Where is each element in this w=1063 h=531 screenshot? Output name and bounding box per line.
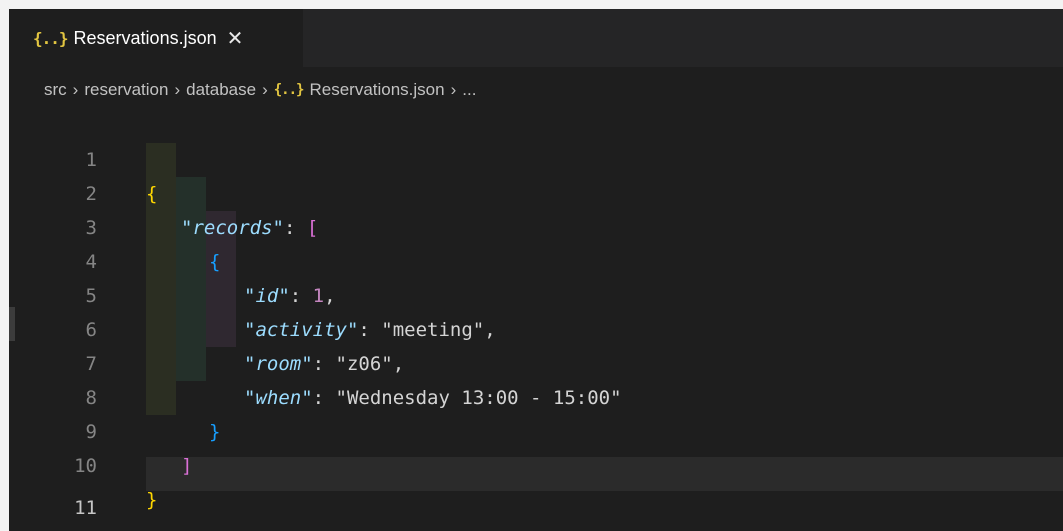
code-line: 5 "activity": "meeting", [9,245,1063,341]
json-file-icon: {..} [33,28,69,48]
json-file-icon: {..} [273,82,305,98]
chevron-right-icon: › [262,80,268,99]
line-number-active: 11 [74,497,97,519]
bracket: } [146,489,158,511]
code-line: 3 { [9,177,1063,273]
breadcrumb: src › reservation › database › {..} Rese… [44,75,476,105]
code-line: 4 "id": 1, [9,211,1063,307]
close-icon[interactable]: ✕ [227,26,244,51]
chevron-right-icon: › [450,80,457,99]
code-line: 8 } [9,347,1063,443]
chevron-right-icon: › [174,80,181,99]
breadcrumb-symbols[interactable]: ... [462,80,476,100]
breadcrumb-reservation[interactable]: reservation [84,80,168,100]
tab-reservations-json[interactable]: {..} Reservations.json ✕ [9,9,303,67]
breadcrumb-src[interactable]: src [44,80,67,100]
code-line: 7 "when": "Wednesday 13:00 - 15:00" [9,313,1063,409]
editor-window: {..} Reservations.json ✕ src › reservati… [9,9,1063,531]
breadcrumb-database[interactable]: database [186,80,256,100]
breadcrumb-file[interactable]: Reservations.json [309,80,444,100]
chevron-right-icon: › [72,80,79,99]
code-line: 1 { [9,109,1063,205]
code-editor[interactable]: 1 { 2 "records": [ 3 { 4 "id": 1, 5 "act… [9,109,1063,531]
code-line: 2 "records": [ [9,143,1063,239]
code-line: 6 "room": "z06", [9,279,1063,375]
code-line[interactable]: 11 [9,457,1063,519]
code-line: 10 } [9,415,1063,511]
tab-label: Reservations.json [73,27,217,48]
tab-bar: {..} Reservations.json ✕ [9,9,1063,67]
code-line: 9 ] [9,381,1063,477]
